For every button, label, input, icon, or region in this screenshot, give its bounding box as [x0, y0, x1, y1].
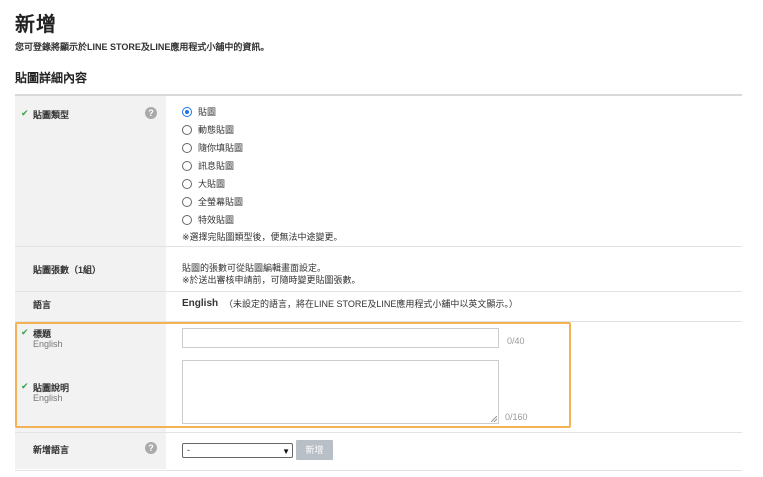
radio-label: 貼圖: [198, 107, 217, 117]
language-select-value: -: [187, 445, 190, 455]
help-icon[interactable]: ?: [145, 442, 157, 454]
radio-label: 大貼圖: [198, 179, 226, 189]
language-label: 語言: [33, 300, 52, 310]
add-language-label: 新增語言: [33, 445, 70, 455]
radio-option-custom[interactable]: 隨你填貼圖: [182, 141, 243, 154]
radio-label: 訊息貼圖: [198, 161, 235, 171]
radio-button[interactable]: [182, 124, 192, 135]
page-title: 新增: [15, 14, 57, 36]
chevron-down-icon: ▼: [282, 447, 290, 456]
radio-option-big[interactable]: 大貼圖: [182, 177, 225, 190]
radio-label: 隨你填貼圖: [198, 143, 244, 153]
sticker-count-note: ※於送出審核申請前，可隨時變更貼圖張數。: [182, 275, 361, 285]
section-title: 貼圖詳細內容: [15, 71, 88, 85]
radio-label: 動態貼圖: [198, 125, 235, 135]
sticker-type-note: ※選擇完貼圖類型後，便無法中途變更。: [182, 232, 343, 242]
help-icon[interactable]: ?: [145, 107, 157, 119]
row-divider: [15, 470, 742, 471]
sticker-count-info: 貼圖的張數可從貼圖編輯畫面設定。: [182, 263, 327, 273]
sticker-type-label: 貼圖類型: [33, 110, 70, 120]
language-value: English: [182, 298, 219, 309]
required-check-icon: ✔: [21, 108, 29, 118]
row-divider: [15, 291, 742, 292]
highlight-box: [15, 322, 571, 428]
radio-button[interactable]: [182, 160, 192, 171]
row-divider: [15, 432, 742, 433]
radio-button[interactable]: [182, 214, 192, 225]
add-language-button[interactable]: 新增: [296, 440, 333, 460]
page-description: 您可登錄將顯示於LINE STORE及LINE應用程式小舖中的資訊。: [15, 42, 270, 52]
radio-option-effect[interactable]: 特效貼圖: [182, 213, 234, 226]
row-divider: [15, 246, 742, 247]
sticker-count-label: 貼圖張數（1組）: [33, 265, 102, 275]
language-select[interactable]: - ▼: [182, 443, 293, 458]
radio-button[interactable]: [182, 178, 192, 189]
radio-option-message[interactable]: 訊息貼圖: [182, 159, 234, 172]
radio-label: 全螢幕貼圖: [198, 197, 244, 207]
language-note: （未設定的語言，將在LINE STORE及LINE應用程式小舖中以英文顯示。）: [224, 299, 518, 309]
radio-label: 特效貼圖: [198, 215, 235, 225]
radio-option-animated[interactable]: 動態貼圖: [182, 123, 234, 136]
radio-button[interactable]: [182, 196, 192, 207]
radio-button-selected[interactable]: [182, 106, 192, 117]
radio-option-sticker[interactable]: 貼圖: [182, 105, 216, 118]
radio-button[interactable]: [182, 142, 192, 153]
radio-option-fullscreen[interactable]: 全螢幕貼圖: [182, 195, 243, 208]
